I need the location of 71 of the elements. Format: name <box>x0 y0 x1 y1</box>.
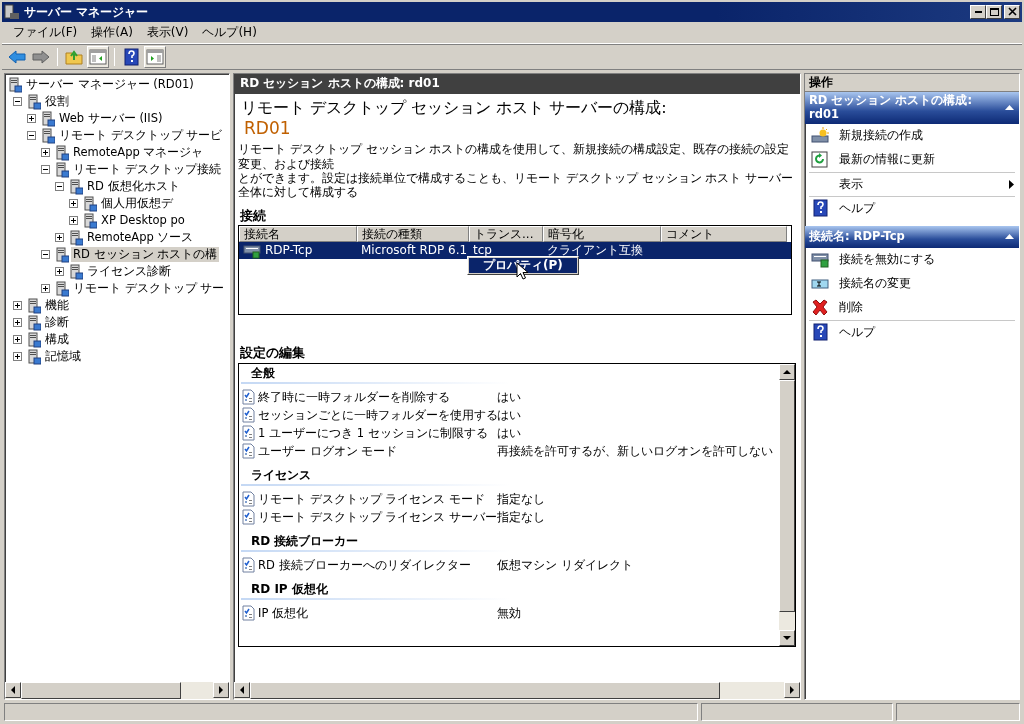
pane-header: 操作 <box>805 74 1019 92</box>
tree-item[interactable]: サーバー マネージャー (RD01) <box>24 77 196 92</box>
action-link[interactable]: 接続名の変更 <box>839 276 1015 292</box>
section-title: 接続 <box>240 207 267 224</box>
action-link[interactable]: 削除 <box>839 300 1015 316</box>
tree-item[interactable]: 構成 <box>43 332 71 347</box>
action-link[interactable]: 表示 <box>839 176 998 192</box>
setting-name[interactable]: 1 ユーザーにつき 1 セッションに制限する <box>258 425 488 441</box>
setting-name[interactable]: リモート デスクトップ ライセンス サーバー <box>258 509 497 525</box>
column-header[interactable]: トランス... <box>469 226 543 243</box>
section-title: 設定の編集 <box>240 345 306 362</box>
action-link[interactable]: 最新の情報に更新 <box>839 152 1015 168</box>
description-text: とができます。設定は接続単位で構成することも、リモート デスクトップ セッション ホスト サーバー全体に対して構成する <box>238 171 795 200</box>
setting-value: 指定なし <box>497 491 545 507</box>
setting-name[interactable]: IP 仮想化 <box>258 605 308 621</box>
action-link[interactable]: 新規接続の作成 <box>839 128 1015 144</box>
table-cell: RDP-Tcp <box>265 243 313 259</box>
tree-item[interactable]: RD セッション ホストの構 <box>71 247 220 262</box>
action-link[interactable]: ヘルプ <box>839 200 1015 216</box>
column-header[interactable]: 暗号化 <box>543 226 661 243</box>
setting-name[interactable]: 終了時に一時フォルダーを削除する <box>258 389 450 405</box>
table-cell-text: tcp <box>473 243 492 258</box>
tree-item[interactable]: RemoteApp ソース <box>85 230 196 245</box>
server-name: RD01 <box>244 118 292 140</box>
section-title: RD セッション ホストの構成: rd01 <box>809 94 973 122</box>
tree-item[interactable]: リモート デスクトップ サービ <box>57 128 225 143</box>
setting-name[interactable]: ユーザー ログオン モード <box>258 443 398 459</box>
tree-item[interactable]: リモート デスクトップ接続 <box>71 162 223 177</box>
group-title: RD 接続ブローカー <box>241 532 779 553</box>
tree-item[interactable]: 機能 <box>43 298 71 313</box>
group-title: ライセンス <box>241 466 779 487</box>
description-text: リモート デスクトップ セッション ホストの構成を使用して、新規接続の構成設定、既存の接続の設定変更、および接続 <box>238 142 791 172</box>
table-cell: クライアント互換 <box>547 243 643 259</box>
tree-item[interactable]: 個人用仮想デ <box>99 196 175 211</box>
column-header[interactable]: コメント <box>661 226 787 243</box>
tree-item[interactable]: XP Desktop po <box>99 213 187 228</box>
tree-item[interactable]: 診断 <box>43 315 71 330</box>
setting-value: 仮想マシン リダイレクト <box>497 557 633 573</box>
group-title: 全般 <box>241 364 779 385</box>
tree-item[interactable]: 記憶域 <box>43 349 83 364</box>
setting-name[interactable]: リモート デスクトップ ライセンス モード <box>258 491 485 507</box>
menu-item[interactable]: ヘルプ(H) <box>195 25 264 40</box>
action-link[interactable]: ヘルプ <box>839 324 1015 340</box>
page-title: リモート デスクトップ セッション ホスト サーバーの構成: <box>241 98 668 118</box>
setting-value: はい <box>497 425 521 441</box>
setting-name[interactable]: セッションごとに一時フォルダーを使用する <box>258 407 498 423</box>
tree-item[interactable]: RD 仮想化ホスト <box>85 179 182 194</box>
table-cell: Microsoft RDP 6.1 <box>361 243 468 259</box>
setting-value: はい <box>497 407 521 423</box>
section-header[interactable]: RD セッション ホストの構成: rd01 <box>805 92 1019 124</box>
menu-item[interactable]: 表示(V) <box>139 25 196 40</box>
action-link[interactable]: 接続を無効にする <box>839 252 1015 268</box>
tree-item[interactable]: 役割 <box>43 94 71 109</box>
setting-value: はい <box>497 389 521 405</box>
section-title: 接続名: RDP-Tcp <box>809 229 905 244</box>
setting-value: 再接続を許可するが、新しいログオンを許可しない <box>497 443 773 459</box>
setting-name[interactable]: RD 接続ブローカーへのリダイレクター <box>258 557 471 573</box>
column-header[interactable]: 接続の種類 <box>357 226 469 243</box>
group-title: RD IP 仮想化 <box>241 580 779 601</box>
menu-item[interactable]: ファイル(F) <box>6 25 85 40</box>
setting-value: 無効 <box>497 605 521 621</box>
tree-item[interactable]: リモート デスクトップ サー <box>71 281 227 296</box>
tree-item[interactable]: RemoteApp マネージャ <box>71 145 206 160</box>
section-header[interactable]: 接続名: RDP-Tcp <box>805 225 1019 248</box>
menu-item[interactable]: 操作(A) <box>84 25 140 40</box>
pane-header: RD セッション ホストの構成: rd01 <box>234 74 800 94</box>
setting-value: 指定なし <box>497 509 545 525</box>
tree-item[interactable]: ライセンス診断 <box>85 264 173 279</box>
tree-item[interactable]: Web サーバー (IIS) <box>57 111 165 126</box>
column-header[interactable]: 接続名 <box>239 226 357 243</box>
window-title: サーバー マネージャー <box>24 4 150 20</box>
